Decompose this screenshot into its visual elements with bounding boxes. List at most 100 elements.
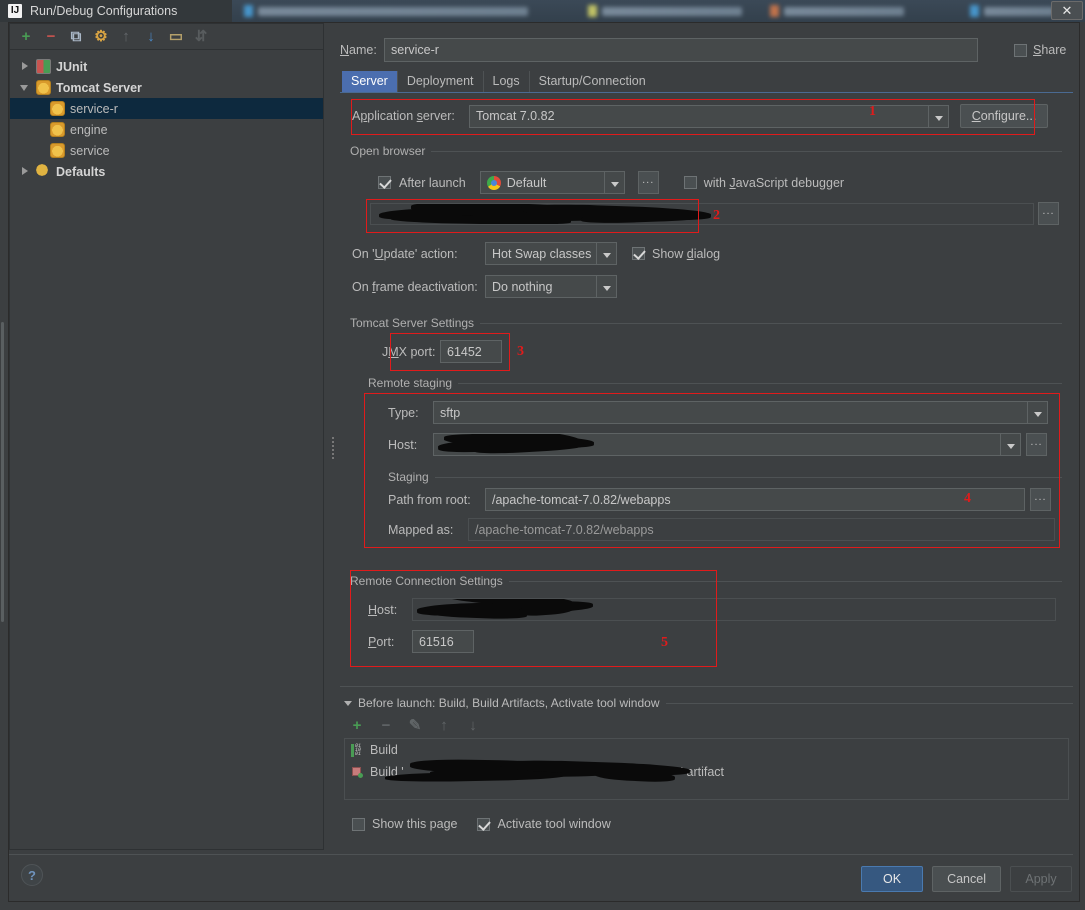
js-debugger-checkbox[interactable] — [683, 176, 697, 189]
show-this-page-group[interactable]: Show this page — [352, 817, 457, 831]
sidebar-item-defaults[interactable]: Defaults — [10, 161, 323, 182]
before-launch-title: Before launch: Build, Build Artifacts, A… — [358, 696, 660, 710]
chevron-down-icon[interactable] — [597, 275, 617, 298]
sidebar-item-junit[interactable]: JUnit — [10, 56, 323, 77]
on-frame-deactivation-row: On frame deactivation: Do nothing — [352, 275, 617, 298]
configurations-tree[interactable]: JUnit Tomcat Server service-r engine service… — [10, 51, 323, 849]
tab-logs[interactable]: Logs — [482, 71, 529, 92]
build-icon: 01 10 01 — [351, 743, 364, 757]
chevron-down-icon[interactable] — [604, 171, 625, 194]
sidebar-item-service-r[interactable]: service-r — [10, 98, 323, 119]
chevron-down-icon[interactable] — [20, 82, 31, 93]
show-dialog-group[interactable]: Show dialog — [632, 247, 720, 261]
show-dialog-checkbox[interactable] — [632, 247, 645, 260]
path-from-root-row: Path from root: /apache-tomcat-7.0.82/we… — [388, 488, 1051, 511]
chevron-down-icon[interactable] — [1028, 401, 1048, 424]
open-browser-group-header: Open browser — [350, 144, 1062, 158]
remove-configuration-icon[interactable]: − — [43, 28, 59, 45]
browser-url-browse-button[interactable]: ... — [1038, 202, 1059, 225]
browser-settings-button[interactable]: ... — [637, 171, 659, 194]
application-server-value[interactable]: Tomcat 7.0.82 — [469, 104, 929, 128]
list-item[interactable]: Build ' ' artifact — [345, 758, 1068, 784]
remove-task-icon: − — [381, 716, 391, 734]
browser-url-input[interactable] — [370, 202, 1034, 225]
staging-type-combo[interactable]: sftp — [433, 401, 1048, 424]
close-icon[interactable]: ✕ — [1051, 1, 1083, 20]
share-checkbox[interactable] — [1014, 43, 1027, 57]
chevron-right-icon[interactable] — [20, 166, 31, 177]
staging-host-combo[interactable]: g — [433, 433, 1021, 456]
collapse-triangle-icon[interactable] — [344, 700, 352, 706]
help-button[interactable]: ? — [21, 864, 43, 886]
sidebar-item-engine[interactable]: engine — [10, 119, 323, 140]
add-configuration-icon[interactable]: + — [18, 28, 34, 45]
configuration-tabs[interactable]: Server Deployment Logs Startup/Connection — [342, 70, 655, 92]
staging-type-value[interactable]: sftp — [433, 401, 1028, 424]
background-tab-3[interactable] — [762, 0, 912, 22]
add-task-icon[interactable]: + — [350, 717, 364, 734]
before-launch-header[interactable]: Before launch: Build, Build Artifacts, A… — [344, 696, 1073, 710]
remote-port-row: Port: 61516 — [368, 630, 474, 653]
js-debugger-label: with JavaScript debugger — [703, 175, 845, 190]
chevron-down-icon[interactable] — [1001, 433, 1021, 456]
activate-tool-window-group[interactable]: Activate tool window — [477, 817, 611, 831]
run-debug-configurations-window: IJ Run/Debug Configurations ✕ + − ⧉ ⚙ ↑ ↓ ▭ ⇵ J… — [0, 0, 1085, 910]
sidebar-item-label: JUnit — [56, 59, 88, 74]
background-tab-2[interactable] — [580, 0, 750, 22]
tab-startup-connection[interactable]: Startup/Connection — [528, 71, 655, 92]
apply-button: Apply — [1010, 866, 1072, 892]
tab-deployment[interactable]: Deployment — [396, 71, 483, 92]
name-input[interactable]: service-r — [384, 38, 978, 62]
sidebar-item-label: Tomcat Server — [56, 80, 142, 95]
chevron-down-icon[interactable] — [597, 242, 617, 265]
js-debugger-group[interactable]: with JavaScript debugger — [683, 175, 845, 190]
cancel-button[interactable]: Cancel — [932, 866, 1001, 892]
window-titlebar: IJ Run/Debug Configurations — [0, 0, 232, 22]
tab-server[interactable]: Server — [342, 71, 397, 92]
before-launch-task-list[interactable]: 01 10 01 Build Build ' ' artifact — [344, 738, 1069, 800]
show-this-page-label: Show this page — [372, 817, 458, 831]
mapped-as-label: Mapped as: — [388, 522, 454, 537]
path-from-root-label: Path from root: — [388, 492, 471, 507]
jmx-port-input[interactable]: 61452 — [440, 340, 502, 363]
tab-file-icon — [970, 5, 979, 17]
window-scrollbar[interactable] — [0, 22, 5, 910]
remote-host-label: Host: — [368, 602, 398, 617]
on-update-action-label: On 'Update' action: — [352, 246, 458, 261]
list-item[interactable]: 01 10 01 Build — [345, 739, 1068, 761]
new-folder-icon[interactable]: ▭ — [168, 28, 184, 45]
show-this-page-checkbox[interactable] — [352, 817, 365, 831]
panel-splitter[interactable] — [330, 435, 336, 461]
staging-host-value[interactable]: g — [433, 433, 1001, 456]
sidebar-item-tomcat-server[interactable]: Tomcat Server — [10, 77, 323, 98]
annotation-number-1: 1 — [869, 104, 876, 119]
ok-button[interactable]: OK — [861, 866, 924, 892]
on-update-action-value[interactable]: Hot Swap classes — [485, 242, 597, 265]
move-down-icon[interactable]: ↓ — [143, 28, 159, 45]
on-update-action-combo[interactable]: Hot Swap classes — [485, 242, 617, 265]
after-launch-checkbox[interactable] — [378, 176, 391, 189]
path-from-root-input[interactable]: /apache-tomcat-7.0.82/webapps — [485, 488, 1025, 511]
share-checkbox-group[interactable]: Share — [1014, 43, 1066, 57]
application-server-label: Application server: — [352, 109, 455, 123]
staging-host-browse-button[interactable]: ... — [1026, 433, 1047, 456]
sidebar-item-service[interactable]: service — [10, 140, 323, 161]
sort-configurations-icon: ⇵ — [194, 27, 208, 45]
configure-button[interactable]: Configure... — [960, 104, 1048, 128]
chevron-down-icon[interactable] — [929, 104, 949, 128]
background-tab-4[interactable] — [962, 0, 1062, 22]
on-frame-deactivation-value[interactable]: Do nothing — [485, 275, 597, 298]
configurations-tree-panel: + − ⧉ ⚙ ↑ ↓ ▭ ⇵ JUnit Tomcat Server service-r engi… — [9, 23, 324, 850]
copy-configuration-icon[interactable]: ⧉ — [68, 28, 84, 45]
remote-port-label: Port: — [368, 634, 395, 649]
background-tab-1[interactable] — [236, 0, 536, 22]
chevron-right-icon[interactable] — [20, 61, 31, 72]
on-frame-deactivation-combo[interactable]: Do nothing — [485, 275, 617, 298]
activate-tool-window-checkbox[interactable] — [477, 817, 491, 831]
edit-defaults-icon[interactable]: ⚙ — [93, 28, 109, 45]
remote-port-input[interactable]: 61516 — [412, 630, 474, 653]
path-from-root-browse-button[interactable]: ... — [1030, 488, 1051, 511]
browser-combo[interactable]: Default — [479, 171, 625, 194]
application-server-combo[interactable]: Tomcat 7.0.82 — [469, 104, 949, 128]
remote-host-input[interactable] — [412, 598, 1056, 621]
